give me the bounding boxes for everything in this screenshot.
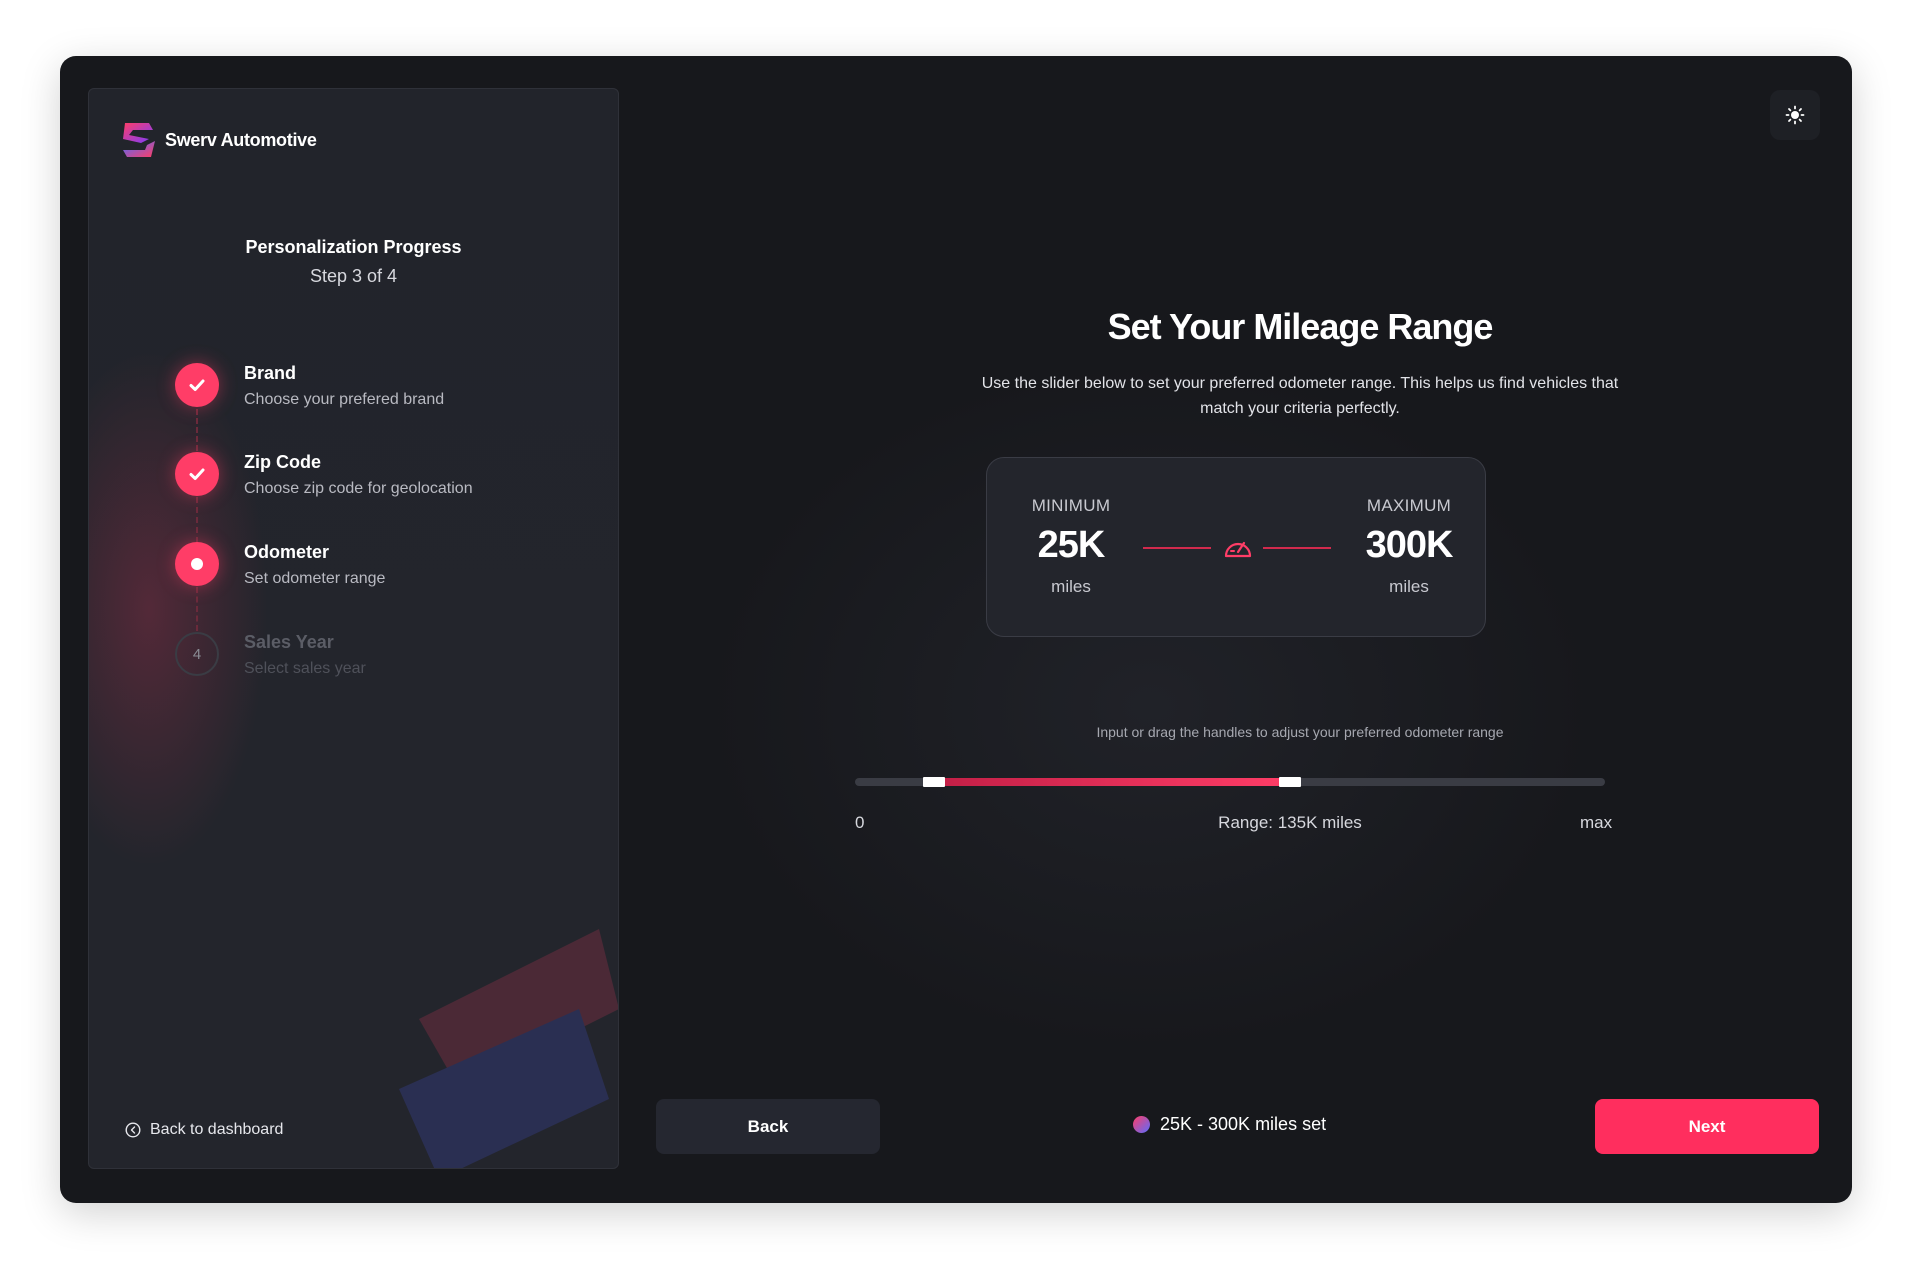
step-odometer[interactable]: Odometer Set odometer range (175, 542, 535, 602)
next-button[interactable]: Next (1595, 1099, 1819, 1154)
theme-toggle-button[interactable] (1770, 90, 1820, 140)
page-title: Set Your Mileage Range (1107, 306, 1494, 347)
slider-max-label: max (1580, 813, 1613, 832)
slider-hint: Input or drag the handles to adjust your… (1096, 724, 1504, 740)
maximum-label: MAXIMUM (1366, 496, 1452, 515)
slider-min-label: 0 (855, 813, 865, 832)
check-icon (189, 468, 205, 480)
sidebar-glow (89, 349, 269, 869)
circle-arrow-left-icon (125, 1122, 141, 1138)
step-brand[interactable]: Brand Choose your prefered brand (175, 363, 535, 423)
minimum-label: MINIMUM (1031, 496, 1111, 515)
range-connector-line (1263, 547, 1331, 549)
step-title: Odometer (244, 542, 330, 562)
sidebar: Swerv Automotive Personalization Progres… (88, 88, 619, 1169)
step-title: Brand (244, 363, 297, 383)
step-subtitle: Set odometer range (244, 570, 386, 587)
logo-watermark-icon (399, 929, 618, 1168)
status-text: 25K - 300K miles set (1160, 1114, 1327, 1134)
mileage-range-card: MINIMUM 25K miles MAXIMUM 300K miles (986, 457, 1486, 637)
range-connector-line (1143, 547, 1211, 549)
progress-step-text: Step 3 of 4 (309, 266, 398, 286)
maximum-unit: miles (1389, 577, 1429, 596)
step-sales-year[interactable]: 4 Sales Year Select sales year (175, 632, 535, 692)
slider-handle-min[interactable] (922, 777, 945, 787)
swerv-logo-icon (123, 123, 155, 157)
step-number-badge: 4 (175, 632, 219, 676)
minimum-block: MINIMUM 25K miles (1001, 496, 1141, 597)
slider-selected-range (933, 778, 1290, 786)
current-dot-icon (191, 558, 203, 570)
back-button[interactable]: Back (656, 1099, 880, 1154)
check-icon (189, 379, 205, 391)
minimum-unit: miles (1051, 577, 1091, 596)
slider-range-text: Range: 135K miles (1218, 813, 1362, 832)
progress-title: Personalization Progress (245, 237, 462, 257)
step-subtitle: Choose zip code for geolocation (244, 480, 473, 497)
step-subtitle: Choose your prefered brand (244, 391, 445, 408)
step-complete-badge (175, 363, 219, 407)
back-to-dashboard-label: Back to dashboard (150, 1121, 284, 1138)
app-window: Swerv Automotive Personalization Progres… (60, 56, 1852, 1203)
slider-handle-max[interactable] (1279, 777, 1301, 787)
back-to-dashboard-link[interactable]: Back to dashboard (125, 1121, 283, 1139)
step-current-badge (175, 542, 219, 586)
sun-icon (1785, 105, 1805, 125)
odometer-range-slider[interactable] (855, 777, 1605, 787)
maximum-value[interactable]: 300K (1339, 524, 1479, 567)
progress-header: Personalization Progress Step 3 of 4 (89, 237, 618, 287)
brand-logo[interactable]: Swerv Automotive (119, 119, 317, 161)
page-description: Use the slider below to set your preferr… (981, 375, 1619, 417)
maximum-block: MAXIMUM 300K miles (1339, 496, 1479, 597)
selection-status: 25K - 300K miles set (1133, 1114, 1326, 1135)
status-dot-icon (1133, 1116, 1150, 1133)
step-title: Zip Code (244, 452, 321, 472)
speedometer-icon (1224, 541, 1252, 558)
brand-name: Swerv Automotive (165, 129, 317, 150)
minimum-value[interactable]: 25K (1001, 524, 1141, 567)
step-zip-code[interactable]: Zip Code Choose zip code for geolocation (175, 452, 535, 512)
step-title: Sales Year (244, 632, 334, 652)
step-complete-badge (175, 452, 219, 496)
step-subtitle: Select sales year (244, 660, 366, 677)
